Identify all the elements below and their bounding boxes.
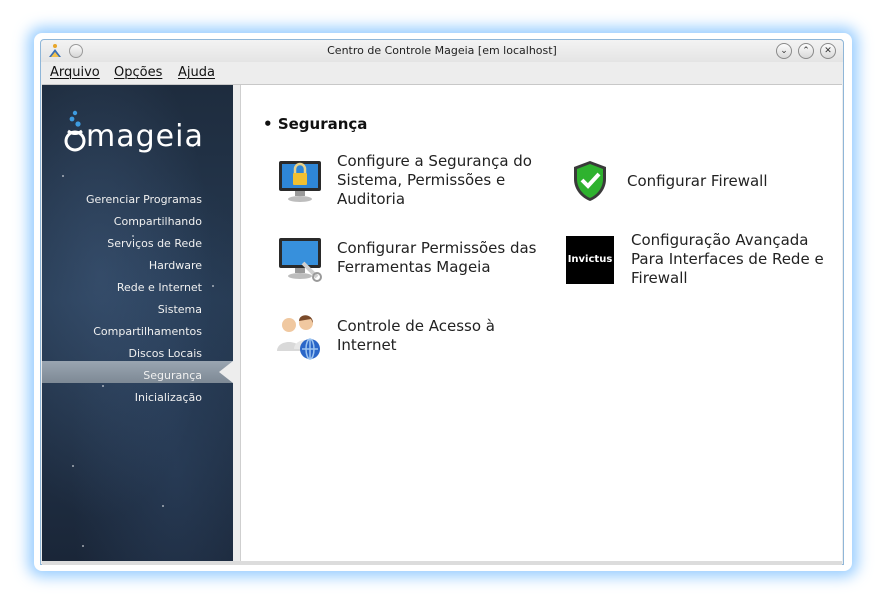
sidebar-item-compartilhando[interactable]: Compartilhando [86,211,202,233]
minimize-button[interactable]: ⌄ [776,43,792,59]
invictus-logo-icon: Invictus [563,233,617,287]
tool-security-permissions-audit[interactable]: Configure a Segurança do Sistema, Permis… [273,152,543,209]
tool-label: Controle de Acesso à Internet [337,317,495,354]
sidebar-item-compartilhamentos[interactable]: Compartilhamentos [86,321,202,343]
sidebar-item-inicializacao[interactable]: Inicialização [86,387,202,409]
maximize-button[interactable]: ⌃ [798,43,814,59]
sidebar-nav: Gerenciar Programas Compartilhando Servi… [86,189,202,409]
close-button[interactable]: ✕ [820,43,836,59]
tool-mageia-tools-permissions[interactable]: Configurar Permissões das Ferramentas Ma… [273,231,543,285]
sidebar: mageia Gerenciar Programas Compartilhand… [42,85,233,562]
shield-check-icon [563,154,617,208]
tool-advanced-network-firewall[interactable]: Invictus Configuração Avançada Para Inte… [563,231,843,288]
invictus-logo-text: Invictus [566,235,614,284]
sidebar-item-seguranca[interactable]: Segurança [86,365,202,387]
section-title: • Segurança [263,115,368,133]
tool-label: Configurar Permissões das Ferramentas Ma… [337,239,537,276]
sidebar-item-servicos-de-rede[interactable]: Serviços de Rede [86,233,202,255]
menu-arquivo[interactable]: Arquivo [50,65,100,80]
title-bar[interactable]: Centro de Controle Mageia [em localhost]… [41,40,843,62]
menu-bar: Arquivo Opções Ajuda [41,63,843,83]
tool-label: Configure a Segurança do Sistema, Permis… [337,152,532,208]
sidebar-item-rede-e-internet[interactable]: Rede e Internet [86,277,202,299]
sidebar-item-hardware[interactable]: Hardware [86,255,202,277]
menu-ajuda[interactable]: Ajuda [178,65,215,80]
users-globe-icon [273,309,327,363]
mageia-logo-text: mageia [86,119,204,154]
main-window: Centro de Controle Mageia [em localhost]… [40,39,844,565]
window-title: Centro de Controle Mageia [em localhost] [327,44,557,57]
content-panel: • Segurança Configure a Segurança do Sis… [241,85,842,562]
main-frame: mageia Gerenciar Programas Compartilhand… [42,84,842,564]
menu-opcoes[interactable]: Opções [114,65,162,80]
tool-label: Configuração Avançada Para Interfaces de… [631,231,824,287]
tool-configure-firewall[interactable]: Configurar Firewall [563,152,833,210]
sidebar-item-gerenciar-programas[interactable]: Gerenciar Programas [86,189,202,211]
sidebar-item-sistema[interactable]: Sistema [86,299,202,321]
monitor-tools-icon [273,231,327,285]
tool-label: Configurar Firewall [627,171,768,190]
sidebar-item-discos-locais[interactable]: Discos Locais [86,343,202,365]
monitor-lock-icon [273,154,327,208]
nav-active-pointer [219,361,233,383]
tool-internet-access-control[interactable]: Controle de Acesso à Internet [273,309,543,363]
status-bar [42,561,842,565]
sidebar-splitter[interactable] [233,85,241,562]
